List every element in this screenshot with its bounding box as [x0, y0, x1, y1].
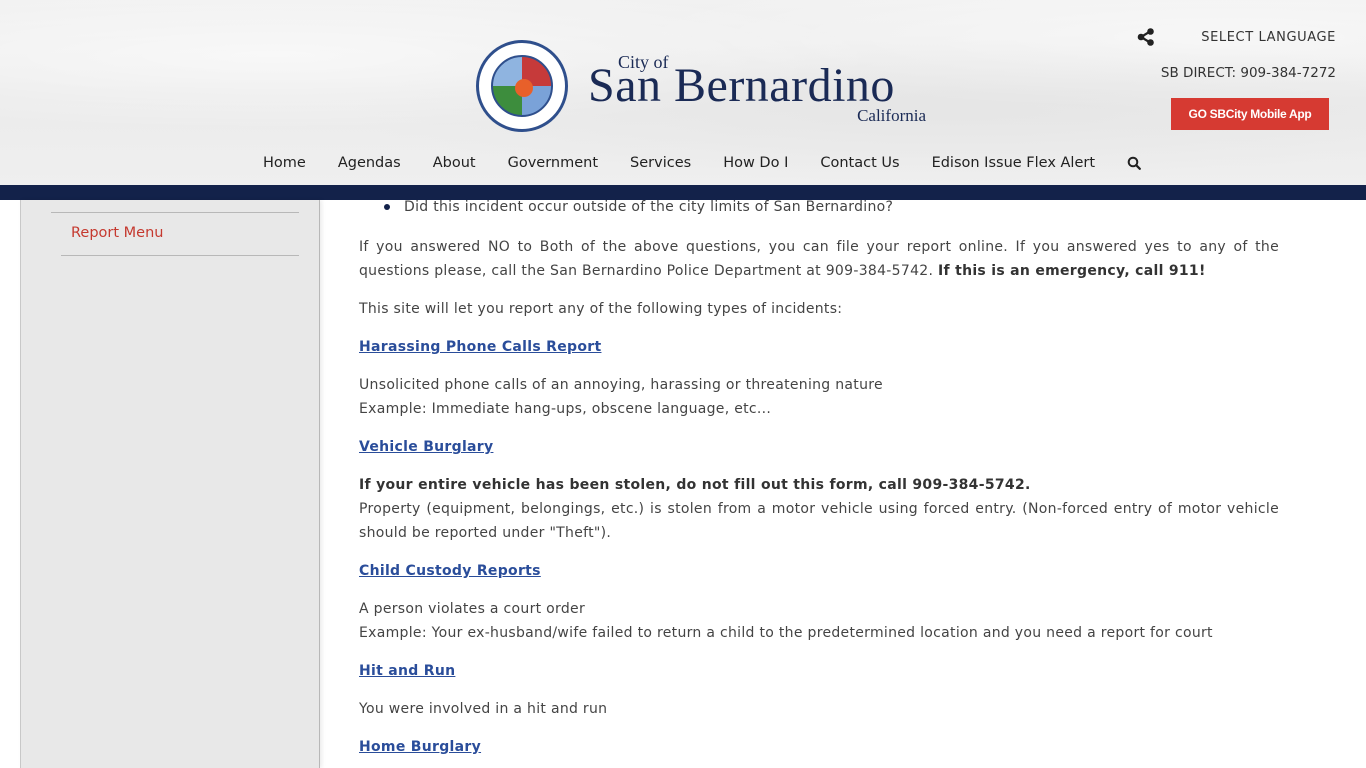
- types-intro: This site will let you report any of the…: [359, 301, 843, 317]
- nav-item-agendas[interactable]: Agendas: [322, 155, 417, 171]
- emergency-notice: If this is an emergency, call 911!: [938, 263, 1206, 279]
- main-content: Did this incident occur outside of the c…: [359, 196, 1279, 759]
- sidebar-divider: [51, 212, 299, 213]
- report-description: You were involved in a hit and run: [359, 697, 1279, 721]
- wordmark-city-name: San Bernardino: [588, 59, 895, 112]
- sidebar-item-report-menu[interactable]: Report Menu: [71, 225, 164, 241]
- site-logo[interactable]: City of San Bernardino California: [476, 40, 926, 132]
- intro-paragraph: If you answered NO to Both of the above …: [359, 235, 1279, 283]
- utility-bar: SELECT LANGUAGE SB DIRECT: 909-384-7272: [1136, 26, 1336, 81]
- description-line: Example: Your ex-husband/wife failed to …: [359, 625, 1213, 641]
- report-description: Unsolicited phone calls of an annoying, …: [359, 373, 1279, 421]
- description-line: Example: Immediate hang-ups, obscene lan…: [359, 401, 772, 417]
- nav-item-government[interactable]: Government: [492, 155, 614, 171]
- vehicle-stolen-warning: If your entire vehicle has been stolen, …: [359, 477, 1031, 493]
- nav-item-about[interactable]: About: [417, 155, 492, 171]
- city-seal-icon: [476, 40, 568, 132]
- sb-direct-phone: SB DIRECT: 909-384-7272: [1160, 65, 1336, 81]
- main-nav: Home Agendas About Government Services H…: [247, 150, 1157, 176]
- sidebar: Report Menu: [20, 200, 320, 768]
- vehicle-burglary-link[interactable]: Vehicle Burglary: [359, 435, 493, 459]
- nav-item-how-do-i[interactable]: How Do I: [707, 155, 804, 171]
- search-icon: [1127, 156, 1141, 170]
- description-line: Unsolicited phone calls of an annoying, …: [359, 377, 883, 393]
- question-text: Did this incident occur outside of the c…: [404, 199, 894, 215]
- nav-item-home[interactable]: Home: [247, 155, 322, 171]
- nav-item-services[interactable]: Services: [614, 155, 707, 171]
- bullet-icon: [384, 204, 390, 210]
- search-button[interactable]: [1111, 156, 1157, 170]
- home-burglary-link[interactable]: Home Burglary: [359, 735, 481, 759]
- description-line: You were involved in a hit and run: [359, 701, 608, 717]
- sidebar-divider: [61, 255, 299, 256]
- hit-and-run-link[interactable]: Hit and Run: [359, 659, 455, 683]
- site-header: City of San Bernardino California SELECT…: [0, 0, 1366, 185]
- wordmark-state: California: [857, 106, 926, 125]
- report-description: A person violates a court order Example:…: [359, 597, 1279, 645]
- share-icon[interactable]: [1136, 27, 1156, 47]
- city-wordmark: City of San Bernardino California: [588, 40, 926, 132]
- nav-item-contact-us[interactable]: Contact Us: [804, 155, 915, 171]
- child-custody-link[interactable]: Child Custody Reports: [359, 559, 541, 583]
- nav-item-edison-flex-alert[interactable]: Edison Issue Flex Alert: [916, 155, 1111, 171]
- list-item: Did this incident occur outside of the c…: [384, 196, 1279, 218]
- description-line: Property (equipment, belongings, etc.) i…: [359, 501, 1279, 541]
- harassing-phone-calls-link[interactable]: Harassing Phone Calls Report: [359, 335, 601, 359]
- report-description: If your entire vehicle has been stolen, …: [359, 473, 1279, 545]
- description-line: A person violates a court order: [359, 601, 586, 617]
- select-language-button[interactable]: SELECT LANGUAGE: [1201, 30, 1336, 45]
- mobile-app-button[interactable]: GO SBCity Mobile App: [1171, 98, 1329, 130]
